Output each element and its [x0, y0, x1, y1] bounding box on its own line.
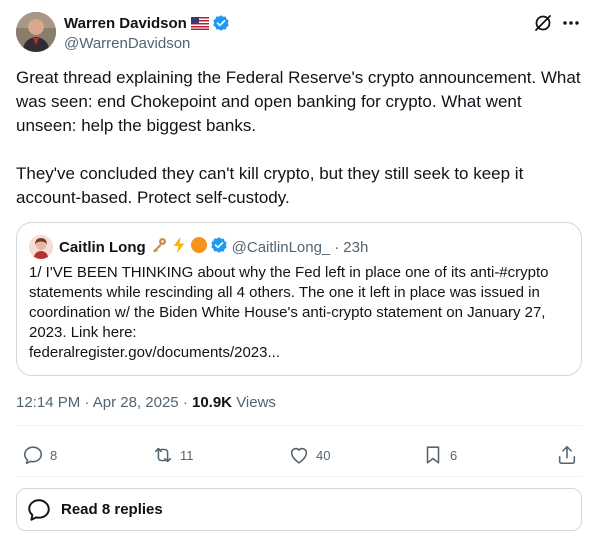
- quoted-post[interactable]: Caitlin Long @CaitlinLong_ · 23h 1/ I'VE…: [16, 222, 582, 376]
- author-info: Warren Davidson @WarrenDavidson: [64, 13, 230, 54]
- reply-icon: [23, 446, 43, 465]
- author-handle[interactable]: @WarrenDavidson: [64, 34, 230, 54]
- views-label: Views: [236, 394, 276, 411]
- read-replies-label: Read 8 replies: [61, 501, 163, 518]
- lightning-icon: [170, 236, 188, 259]
- repost-button[interactable]: 11: [152, 443, 194, 467]
- post-paragraph: Great thread explaining the Federal Rese…: [16, 68, 581, 135]
- views-count: 10.9K: [191, 394, 233, 411]
- like-button[interactable]: 40: [288, 443, 330, 467]
- post-time[interactable]: 12:14 PM: [16, 394, 80, 411]
- post-text: Great thread explaining the Federal Rese…: [16, 66, 582, 210]
- verified-badge-icon: [212, 14, 230, 32]
- separator-dot: ·: [182, 394, 188, 411]
- us-flag-icon: [190, 16, 209, 30]
- like-icon: [290, 447, 308, 464]
- quoted-post-body: 1/ I'VE BEEN THINKING about why the Fed …: [29, 264, 549, 341]
- quoted-author-avatar[interactable]: [29, 235, 53, 259]
- like-count: 40: [316, 447, 331, 463]
- more-icon[interactable]: [560, 12, 582, 34]
- quoted-author-name[interactable]: Caitlin Long: [59, 239, 146, 256]
- read-replies-button[interactable]: Read 8 replies: [16, 488, 582, 531]
- orange-circle-icon: [190, 236, 208, 259]
- action-bar: 8 11 40 6: [16, 443, 582, 467]
- separator-dot: ·: [334, 238, 340, 256]
- divider: [16, 476, 582, 477]
- author-name[interactable]: Warren Davidson: [64, 15, 187, 32]
- verified-badge-icon: [210, 236, 228, 259]
- bookmark-icon: [426, 446, 440, 464]
- bookmark-button[interactable]: 6: [422, 443, 457, 467]
- quoted-post-age[interactable]: 23h: [343, 239, 368, 256]
- replies-bubble-icon: [25, 496, 53, 524]
- post-metadata: 12:14 PM · Apr 28, 2025 · 10.9K Views: [16, 394, 276, 411]
- reply-button[interactable]: 8: [22, 443, 57, 467]
- key-icon: [150, 236, 168, 259]
- repost-icon: [154, 447, 172, 463]
- post-header: Warren Davidson @WarrenDavidson: [16, 12, 582, 54]
- post-date[interactable]: Apr 28, 2025: [93, 394, 179, 411]
- post-paragraph: They've concluded they can't kill crypto…: [16, 164, 524, 207]
- reply-count: 8: [50, 447, 58, 463]
- quoted-post-text: 1/ I'VE BEEN THINKING about why the Fed …: [29, 263, 574, 363]
- quoted-post-link[interactable]: federalregister.gov/documents/2023...: [29, 344, 280, 361]
- separator-dot: ·: [84, 394, 90, 411]
- repost-count: 11: [180, 447, 194, 463]
- grok-icon[interactable]: [532, 12, 554, 34]
- share-button[interactable]: [556, 443, 578, 467]
- quoted-author-handle[interactable]: @CaitlinLong_: [232, 239, 331, 256]
- divider: [16, 425, 582, 426]
- author-avatar[interactable]: [16, 12, 56, 52]
- bookmark-count: 6: [450, 447, 458, 463]
- share-icon: [558, 445, 576, 465]
